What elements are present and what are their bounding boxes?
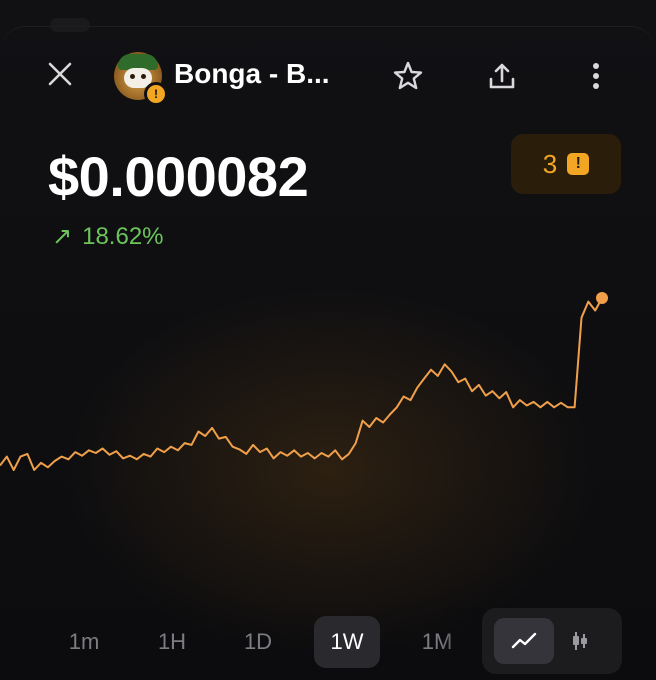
price-chart[interactable]	[0, 270, 656, 600]
chart-mode-toggle	[482, 608, 622, 674]
avatar-eye	[141, 74, 146, 79]
line-chart-mode-button[interactable]	[494, 618, 554, 664]
price-line	[0, 297, 603, 471]
range-label: 1M	[421, 629, 453, 654]
candlestick-mode-button[interactable]	[550, 618, 610, 664]
range-1d-button[interactable]: 1D	[225, 616, 291, 668]
alerts-count: 3	[542, 149, 558, 179]
token-header: ! Bonga - B...	[0, 46, 656, 106]
share-button[interactable]	[482, 56, 522, 96]
range-1w-button[interactable]: 1W	[314, 616, 380, 668]
current-price: $0.000082	[48, 145, 309, 208]
warning-badge-icon: !	[144, 82, 168, 106]
alert-icon: !	[567, 153, 590, 175]
trend-up-arrow-icon: ↗	[52, 223, 73, 250]
time-range-bar: 1m 1H 1D 1W 1M	[0, 608, 656, 674]
range-label: 1m	[68, 629, 100, 654]
alert-icon-glyph: !	[575, 155, 581, 172]
share-icon	[489, 63, 515, 89]
favorite-button[interactable]	[388, 56, 428, 96]
price-change: ↗ 18.62%	[52, 222, 164, 252]
range-label: 1H	[157, 629, 187, 654]
warning-badge-glyph: !	[154, 87, 158, 101]
more-options-button[interactable]	[576, 56, 616, 96]
line-chart-icon	[511, 632, 537, 649]
close-icon	[48, 62, 72, 86]
range-1month-button[interactable]: 1M	[404, 616, 470, 668]
close-button[interactable]	[42, 56, 78, 92]
star-icon	[393, 61, 423, 90]
more-vertical-icon	[593, 63, 599, 89]
alerts-button[interactable]: 3 !	[511, 134, 621, 194]
price-change-percent: 18.62%	[82, 223, 164, 250]
range-1m-button[interactable]: 1m	[51, 616, 117, 668]
range-label: 1W	[330, 629, 364, 654]
token-name: Bonga - B...	[174, 58, 330, 89]
range-label: 1D	[243, 629, 273, 654]
candlestick-icon	[573, 632, 587, 650]
current-price-dot	[596, 292, 608, 304]
avatar-eye	[130, 74, 135, 79]
range-1h-button[interactable]: 1H	[139, 616, 205, 668]
